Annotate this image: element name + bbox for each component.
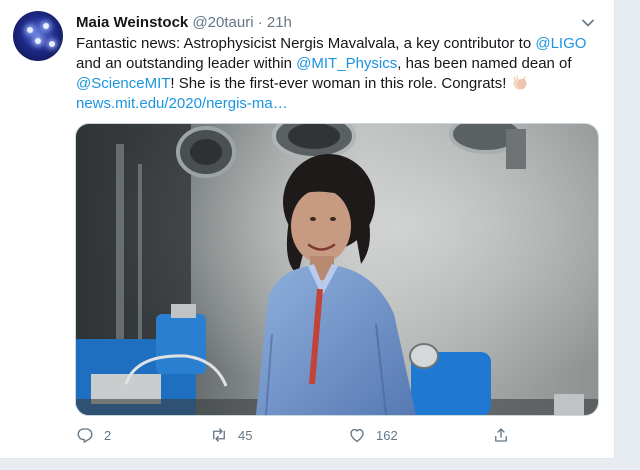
star-decoration xyxy=(35,38,41,44)
tweet-text: Fantastic news: Astrophysicist Nergis Ma… xyxy=(76,34,604,114)
share-button[interactable] xyxy=(492,424,520,446)
heart-icon xyxy=(350,428,364,443)
tweet-actions: 2 45 162 xyxy=(76,424,536,446)
like-button[interactable]: 162 xyxy=(348,424,398,446)
retweet-button[interactable]: 45 xyxy=(210,424,252,446)
photo-woman-in-lab xyxy=(76,124,598,415)
tweet-header: Maia Weinstock @20tauri · 21h xyxy=(76,13,594,33)
tweet-time[interactable]: 21h xyxy=(267,14,292,31)
author-handle[interactable]: @20tauri xyxy=(192,14,253,31)
retweet-icon xyxy=(213,428,225,442)
article-link[interactable]: news.mit.edu/2020/nergis-ma… xyxy=(76,95,288,112)
author-name[interactable]: Maia Weinstock xyxy=(76,14,188,31)
reply-icon xyxy=(77,428,93,443)
clapping-hands-icon xyxy=(512,75,527,90)
retweet-count: 45 xyxy=(238,427,253,443)
star-decoration xyxy=(27,27,33,33)
tweet-text-part: Fantastic news: Astrophysicist Nergis Ma… xyxy=(76,35,536,52)
reply-count: 2 xyxy=(104,427,112,443)
tweet-text-part: ! She is the first-ever woman in this ro… xyxy=(170,75,511,92)
tweet-photo[interactable] xyxy=(75,123,599,416)
avatar[interactable] xyxy=(13,11,63,61)
share-icon xyxy=(495,428,507,442)
star-decoration xyxy=(43,23,49,29)
like-count: 162 xyxy=(376,427,398,443)
mention-link[interactable]: @MIT_Physics xyxy=(296,55,397,72)
tweet-card[interactable]: Maia Weinstock @20tauri · 21h Fantastic … xyxy=(0,0,615,459)
mention-link[interactable]: @LIGO xyxy=(535,35,586,52)
mention-link[interactable]: @ScienceMIT xyxy=(76,75,170,92)
star-decoration xyxy=(49,41,55,47)
reply-button[interactable]: 2 xyxy=(76,424,111,446)
tweet-text-part: and an outstanding leader within xyxy=(76,55,297,72)
separator: · xyxy=(257,14,263,31)
tweet-text-part: , has been named dean of xyxy=(397,55,572,72)
chevron-down-icon[interactable] xyxy=(582,17,594,29)
